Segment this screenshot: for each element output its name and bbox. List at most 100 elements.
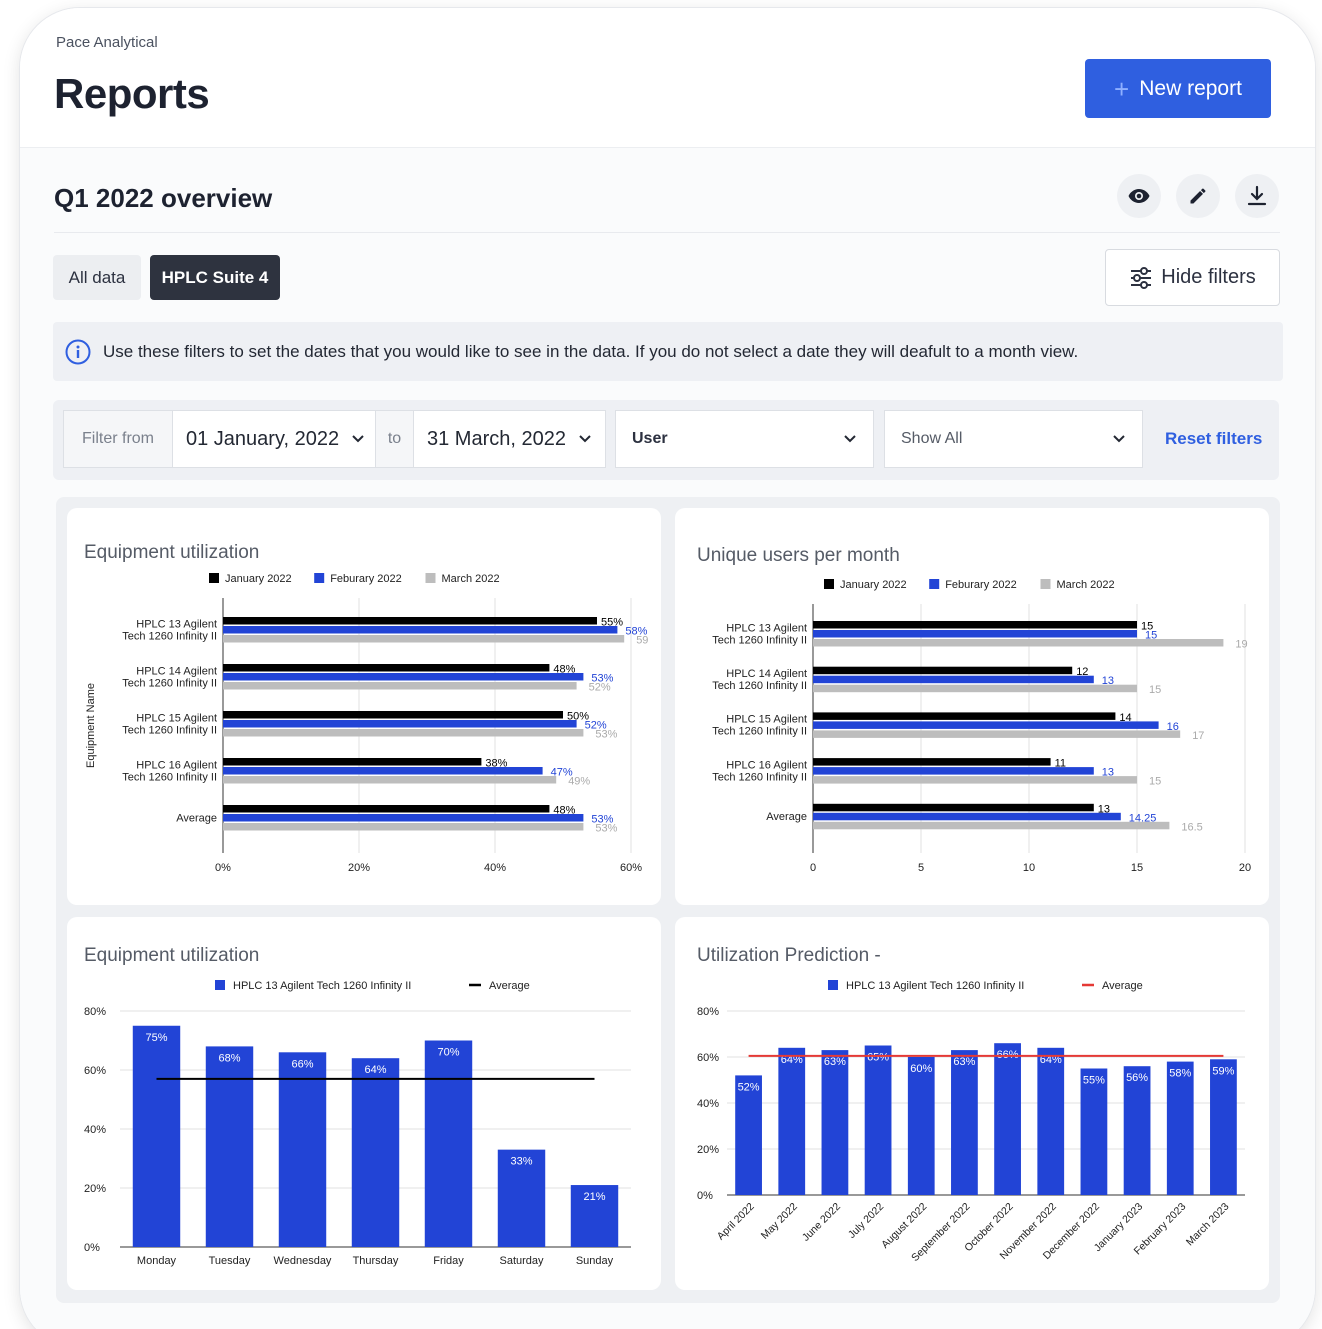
tab-all-data[interactable]: All data bbox=[53, 255, 141, 300]
category-label: Tech 1260 Infinity II bbox=[712, 726, 807, 738]
bar bbox=[813, 776, 1137, 784]
user-select[interactable]: User bbox=[615, 410, 874, 468]
bar bbox=[994, 1043, 1021, 1195]
x-tick-label: 10 bbox=[1023, 862, 1035, 874]
bar bbox=[813, 812, 1121, 821]
legend-label: Average bbox=[1102, 980, 1143, 992]
view-button[interactable] bbox=[1117, 174, 1161, 218]
reset-filters-link[interactable]: Reset filters bbox=[1165, 429, 1262, 449]
x-tick-label: 0% bbox=[215, 862, 231, 874]
x-tick-label: 15 bbox=[1131, 862, 1143, 874]
data-label: 15 bbox=[1149, 684, 1161, 696]
category-label: HPLC 16 Agilent bbox=[136, 759, 217, 771]
category-label: HPLC 15 Agilent bbox=[136, 712, 217, 724]
y-tick-label: 80% bbox=[697, 1006, 719, 1018]
data-label: 52% bbox=[738, 1081, 760, 1093]
date-range-filter: Filter from 01 January, 2022 to 31 March… bbox=[63, 410, 606, 468]
bar bbox=[223, 814, 584, 822]
x-tick-label: Saturday bbox=[499, 1255, 544, 1267]
category-label: HPLC 13 Agilent bbox=[136, 618, 217, 630]
bar bbox=[813, 721, 1159, 729]
y-tick-label: 0% bbox=[697, 1190, 713, 1202]
bar bbox=[223, 767, 543, 775]
bar bbox=[223, 805, 550, 813]
legend-label: January 2022 bbox=[840, 579, 907, 591]
org-name: Pace Analytical bbox=[56, 34, 158, 51]
x-tick-label: 20% bbox=[348, 862, 370, 874]
chevron-down-icon bbox=[579, 435, 591, 443]
data-label: 15 bbox=[1149, 776, 1161, 788]
hide-filters-label: Hide filters bbox=[1161, 266, 1256, 288]
category-label: Average bbox=[766, 811, 807, 823]
chart-title: Utilization Prediction - bbox=[697, 945, 881, 966]
legend-swatch bbox=[314, 573, 325, 583]
category-label: Tech 1260 Infinity II bbox=[712, 680, 807, 692]
bar bbox=[907, 1057, 935, 1195]
legend-label: HPLC 13 Agilent Tech 1260 Infinity II bbox=[846, 980, 1024, 992]
tab-hplc-suite-4[interactable]: HPLC Suite 4 bbox=[150, 255, 280, 300]
data-label: 59 bbox=[636, 635, 648, 647]
chart-title: Equipment utilization bbox=[84, 542, 260, 563]
legend-swatch bbox=[929, 579, 940, 589]
download-icon bbox=[1247, 185, 1267, 206]
data-label: 75% bbox=[145, 1032, 167, 1044]
y-tick-label: 20% bbox=[84, 1183, 106, 1195]
data-label: 60% bbox=[910, 1063, 932, 1075]
legend-swatch bbox=[215, 980, 225, 990]
data-label: 59% bbox=[1212, 1065, 1234, 1077]
bar bbox=[813, 684, 1137, 693]
from-date-select[interactable]: 01 January, 2022 bbox=[173, 411, 375, 467]
data-label: 19 bbox=[1235, 639, 1247, 651]
page-header: Pace Analytical Reports + New report bbox=[20, 8, 1315, 148]
data-label: 52% bbox=[589, 682, 611, 694]
data-label: 53% bbox=[595, 729, 617, 741]
data-label: 65% bbox=[867, 1052, 889, 1064]
category-label: Tech 1260 Infinity II bbox=[122, 630, 217, 642]
section-divider bbox=[54, 232, 1280, 233]
x-tick-label: March 2023 bbox=[1184, 1201, 1232, 1249]
data-label: 53% bbox=[595, 823, 617, 835]
bar bbox=[813, 730, 1181, 738]
x-tick-label: Thursday bbox=[353, 1255, 399, 1267]
to-date-select[interactable]: 31 March, 2022 bbox=[414, 411, 605, 467]
data-label: 21% bbox=[583, 1191, 605, 1203]
x-tick-label: 20 bbox=[1239, 862, 1251, 874]
y-tick-label: 20% bbox=[697, 1144, 719, 1156]
legend-label: Feburary 2022 bbox=[945, 579, 1017, 591]
legend-swatch bbox=[209, 573, 219, 583]
category-label: HPLC 14 Agilent bbox=[136, 665, 217, 677]
hide-filters-button[interactable]: Hide filters bbox=[1105, 249, 1280, 306]
bar bbox=[278, 1052, 327, 1247]
bar bbox=[864, 1045, 892, 1195]
user-select-value: User bbox=[632, 430, 668, 447]
new-report-button[interactable]: + New report bbox=[1085, 59, 1271, 118]
y-tick-label: 60% bbox=[84, 1065, 106, 1077]
app-window: Pace Analytical Reports + New report Q1 … bbox=[20, 8, 1315, 1329]
show-select[interactable]: Show All bbox=[884, 410, 1143, 468]
chart-title: Unique users per month bbox=[697, 545, 900, 566]
download-button[interactable] bbox=[1235, 174, 1279, 218]
legend-label: January 2022 bbox=[225, 573, 292, 585]
x-tick-label: April 2022 bbox=[715, 1201, 757, 1243]
y-axis-label: Equipment Name bbox=[85, 683, 97, 768]
y-tick-label: 40% bbox=[697, 1098, 719, 1110]
bar bbox=[223, 626, 618, 634]
x-tick-label: June 2022 bbox=[800, 1201, 843, 1244]
y-tick-label: 60% bbox=[697, 1052, 719, 1064]
edit-button[interactable] bbox=[1176, 174, 1220, 218]
data-label: 49% bbox=[568, 776, 590, 788]
bar bbox=[813, 803, 1094, 812]
chevron-down-icon bbox=[352, 435, 364, 443]
sliders-icon bbox=[1131, 266, 1152, 289]
to-label-box: to bbox=[375, 411, 414, 467]
bar bbox=[1080, 1068, 1108, 1195]
weekday-utilization-chart: HPLC 13 Agilent Tech 1260 Infinity II Ave… bbox=[84, 980, 631, 1267]
equipment-utilization-chart: January 2022 Feburary 2022 March 2022 0% 20%… bbox=[85, 573, 648, 874]
chevron-down-icon bbox=[844, 435, 856, 443]
bar bbox=[223, 635, 625, 643]
bar bbox=[223, 729, 584, 737]
legend-swatch bbox=[425, 573, 436, 583]
data-label: 68% bbox=[218, 1052, 240, 1064]
x-tick-label: Tuesday bbox=[209, 1255, 251, 1267]
bar bbox=[223, 682, 577, 690]
